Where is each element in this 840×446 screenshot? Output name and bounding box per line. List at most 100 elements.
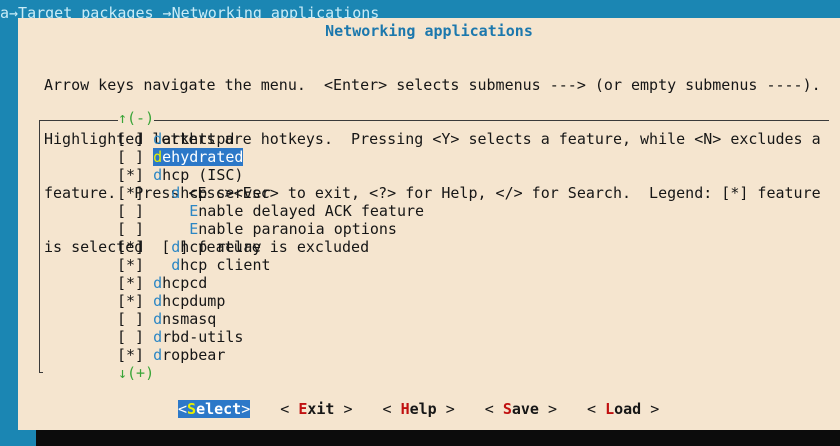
menu-list[interactable]: ↑(-) [ ] darkhttpd[ ] dehydrated [*] dhcp… — [39, 109, 829, 382]
menu-item-text: hcp relay — [180, 238, 262, 256]
menu-item-label: Enable delayed ACK feature — [189, 202, 424, 220]
menu-item-label: dhcpdump — [153, 292, 225, 310]
menu-item-label: dropbear — [153, 346, 225, 364]
button-bracket: > — [436, 400, 455, 418]
menu-item-label: drbd-utils — [153, 328, 243, 346]
checkbox-state: [ ] — [117, 328, 145, 346]
dialog-title: Networking applications — [325, 22, 533, 40]
hotkey-letter: d — [153, 346, 163, 364]
menu-item-text: hcpdump — [162, 292, 226, 310]
select-button[interactable]: <Select> — [178, 400, 251, 418]
button-hotkey: E — [298, 400, 308, 418]
button-label: ave — [511, 400, 539, 418]
menu-item-text: ehydrated — [162, 148, 244, 166]
button-face: < Load > — [587, 400, 659, 418]
menu-item-text: hcp client — [180, 256, 271, 274]
menu-item[interactable]: [*] dhcpdump — [117, 292, 424, 310]
checkbox-state: [*] — [117, 274, 145, 292]
list-border-top — [39, 120, 829, 121]
list-border-corner — [39, 372, 43, 373]
button-bracket: < — [382, 400, 401, 418]
hotkey-letter: d — [153, 148, 163, 166]
hotkey-letter: d — [153, 130, 163, 148]
button-bracket: > — [641, 400, 660, 418]
menu-item-text: nable paranoia options — [198, 220, 397, 238]
dialog-shadow — [36, 430, 840, 446]
hotkey-letter: d — [171, 184, 181, 202]
button-bracket: < — [280, 400, 299, 418]
menu-item-label: dhcpcd — [153, 274, 207, 292]
hotkey-letter: d — [171, 256, 181, 274]
menu-item[interactable]: [*] dhcpcd — [117, 274, 424, 292]
checkbox-state: [*] — [117, 256, 145, 274]
scroll-down-indicator[interactable]: ↓(+) — [118, 364, 155, 382]
load-button[interactable]: < Load > — [587, 400, 659, 418]
save-button[interactable]: < Save > — [485, 400, 557, 418]
button-label: oad — [614, 400, 642, 418]
help-button[interactable]: < Help > — [383, 400, 455, 418]
button-bar: <Select> < Exit > < Help > < Save > < Load > — [178, 400, 689, 418]
button-label: elect — [196, 400, 242, 418]
button-label: elp — [409, 400, 437, 418]
menu-item[interactable]: [ ] Enable delayed ACK feature — [117, 202, 424, 220]
menu-item[interactable]: [ ] darkhttpd — [117, 130, 424, 148]
menu-item[interactable]: [*] dhcp client — [117, 256, 424, 274]
checkbox-state: [ ] — [117, 130, 145, 148]
menu-item[interactable]: [ ] Enable paranoia options — [117, 220, 424, 238]
menuconfig-dialog: Networking applications Arrow keys navig… — [18, 18, 840, 430]
menu-item-label: Enable paranoia options — [189, 220, 397, 238]
button-bracket: > — [334, 400, 353, 418]
menu-item[interactable]: [*] dhcp (ISC) — [117, 166, 424, 184]
menu-item[interactable]: [ ] dnsmasq — [117, 310, 424, 328]
checkbox-state: [*] — [117, 292, 145, 310]
menu-item[interactable]: [ ] dehydrated — [117, 148, 424, 166]
hotkey-letter: d — [153, 166, 163, 184]
hotkey-letter: d — [153, 310, 163, 328]
button-hotkey: S — [187, 400, 197, 418]
button-face: < Exit > — [280, 400, 352, 418]
menu-item-text: rbd-utils — [162, 328, 244, 346]
button-hotkey: L — [605, 400, 615, 418]
menu-item-text: nable delayed ACK feature — [198, 202, 425, 220]
checkbox-state: [*] — [117, 346, 145, 364]
hotkey-letter: d — [171, 238, 181, 256]
hotkey-letter: E — [189, 220, 199, 238]
hotkey-letter: d — [153, 274, 163, 292]
menu-item-label: dhcp relay — [171, 238, 261, 256]
button-face: <Select> — [178, 400, 251, 418]
button-bracket: < — [587, 400, 606, 418]
menu-item-text: arkhttpd — [162, 130, 235, 148]
button-face: < Save > — [485, 400, 557, 418]
menu-item[interactable]: [ ] drbd-utils — [117, 328, 424, 346]
scroll-up-indicator[interactable]: ↑(-) — [118, 109, 155, 127]
button-hotkey: S — [502, 400, 512, 418]
exit-button[interactable]: < Exit > — [280, 400, 352, 418]
menu-item-text: hcp server — [180, 184, 271, 202]
menu-item[interactable]: [*] dropbear — [117, 346, 424, 364]
hotkey-letter: E — [189, 202, 199, 220]
menu-item-label: darkhttpd — [153, 130, 234, 148]
menu-item-label: dehydrated — [153, 148, 244, 166]
menu-item-label: dhcp server — [171, 184, 270, 202]
menu-item[interactable]: [*] dhcp server — [117, 184, 424, 202]
menu-item[interactable]: [*] dhcp relay — [117, 238, 424, 256]
hotkey-letter: d — [153, 328, 163, 346]
checkbox-state: [*] — [117, 238, 145, 256]
button-bracket: > — [538, 400, 557, 418]
menu-item-text: ropbear — [162, 346, 226, 364]
menu-item-label: dnsmasq — [153, 310, 216, 328]
button-hotkey: H — [400, 400, 410, 418]
